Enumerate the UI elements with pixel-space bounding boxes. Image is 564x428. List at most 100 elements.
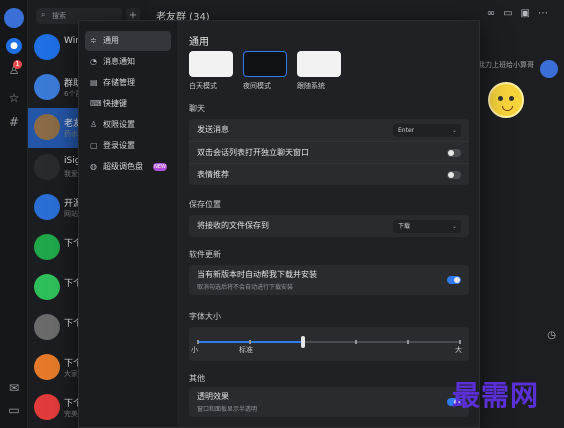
- settings-nav-label: 权限设置: [103, 120, 135, 129]
- mail-icon[interactable]: ✉: [6, 380, 22, 396]
- slider-tick: [459, 340, 461, 344]
- settings-nav-icon: ◔: [90, 57, 97, 66]
- chat-toolbar: ∞▭▣⋯: [487, 8, 556, 19]
- font-size-mid-label: 标准: [239, 346, 253, 354]
- theme-system-label: 跟随系统: [297, 82, 325, 90]
- settings-nav-label: 通用: [103, 36, 119, 45]
- chat-avatar: [34, 394, 60, 420]
- watermark-text: 最需网: [452, 379, 540, 412]
- theme-light-option[interactable]: [189, 51, 233, 77]
- emoji-recommend-toggle[interactable]: [447, 171, 461, 179]
- settings-nav-item[interactable]: ⌨ 快捷键: [85, 94, 171, 114]
- slider-tick: [197, 340, 199, 344]
- save-section-heading: 保存位置: [189, 200, 221, 209]
- transparency-label: 透明效果: [197, 392, 229, 401]
- chat-avatar: [34, 74, 60, 100]
- auto-update-sub: 取消勾选后将不会自动进行下载安装: [197, 284, 294, 291]
- font-size-labels: 小 标准 大: [189, 345, 469, 357]
- slider-tick: [355, 340, 357, 344]
- auto-update-toggle[interactable]: [447, 276, 461, 284]
- chat-preview: 大家: [64, 370, 78, 378]
- settings-content: 通用 白天模式 夜间模式 跟随系统 聊天 发送消息 Enter ⌄ 双击会话列表…: [177, 21, 479, 427]
- auto-update-label: 当有新版本时自动帮我下载并安装: [197, 270, 317, 279]
- settings-nav-label: 快捷键: [103, 99, 127, 108]
- chat-avatar: [34, 114, 60, 140]
- settings-nav-item[interactable]: ◍ 超级调色盘 NEW: [85, 157, 171, 177]
- dblclick-toggle[interactable]: [447, 149, 461, 157]
- chat-avatar: [34, 34, 60, 60]
- link-icon[interactable]: ∞: [487, 8, 503, 19]
- app-window: ● ♙ 1 ☆ # ✉ ▭ ⌕ 搜索 + Win 群助 6个群 老友 药水 iSig 我爱开…: [0, 0, 564, 428]
- save-settings-card: 将接收的文件保存到 下载 ⌄: [189, 215, 469, 237]
- dblclick-row: 双击会话列表打开独立聊天窗口: [189, 141, 469, 163]
- save-location-row: 将接收的文件保存到 下载 ⌄: [189, 215, 469, 237]
- send-key-select[interactable]: Enter ⌄: [393, 124, 461, 137]
- settings-nav-icon: ⌨: [90, 99, 102, 108]
- update-settings-card: 当有新版本时自动帮我下载并安装 取消勾选后将不会自动进行下载安装: [189, 265, 469, 295]
- hash-icon[interactable]: #: [6, 114, 22, 130]
- screen-icon[interactable]: ▭: [503, 8, 520, 19]
- folder-icon[interactable]: ▭: [6, 402, 22, 418]
- contacts-badge: 1: [13, 60, 22, 69]
- send-message-row: 发送消息 Enter ⌄: [189, 119, 469, 141]
- chat-preview: 完美: [64, 410, 78, 418]
- clock-icon[interactable]: ◷: [547, 330, 556, 341]
- share-icon[interactable]: ▣: [521, 8, 538, 19]
- settings-dialog: ≑ 通用 ◔ 消息通知 ▤ 存储管理 ⌨ 快捷键 ♙ 权限设置 ▢ 登录设置 ◍ 超级调色盘 NEW 通用 …: [78, 20, 480, 428]
- emoji-sticker: [488, 82, 524, 118]
- slider-tick: [407, 340, 409, 344]
- font-size-slider[interactable]: [197, 336, 461, 348]
- settings-nav-icon: ♙: [90, 120, 98, 129]
- sender-avatar: [540, 60, 558, 78]
- settings-nav: ≑ 通用 ◔ 消息通知 ▤ 存储管理 ⌨ 快捷键 ♙ 权限设置 ▢ 登录设置 ◍ 超级调色盘 NEW: [79, 21, 177, 427]
- left-rail: ● ♙ 1 ☆ # ✉ ▭: [0, 0, 28, 428]
- font-size-max-label: 大: [455, 346, 462, 354]
- settings-nav-icon: ≑: [90, 36, 97, 45]
- dblclick-label: 双击会话列表打开独立聊天窗口: [197, 148, 309, 157]
- chat-preview: 药水: [64, 130, 78, 138]
- settings-nav-item[interactable]: ♙ 权限设置: [85, 115, 171, 135]
- chat-preview: 网站: [64, 210, 78, 218]
- update-section-heading: 软件更新: [189, 250, 221, 259]
- settings-nav-label: 登录设置: [103, 141, 135, 150]
- auto-update-row: 当有新版本时自动帮我下载并安装 取消勾选后将不会自动进行下载安装: [189, 265, 469, 295]
- star-icon[interactable]: ☆: [6, 90, 22, 106]
- save-location-select[interactable]: 下载 ⌄: [393, 220, 461, 233]
- chat-avatar: [34, 314, 60, 340]
- user-avatar[interactable]: [4, 8, 24, 28]
- theme-system-option[interactable]: [297, 51, 341, 77]
- chat-avatar: [34, 354, 60, 380]
- settings-nav-icon: ▤: [90, 78, 98, 87]
- emoji-recommend-row: 表情推荐: [189, 163, 469, 185]
- transparency-sub: 窗口和面板显示半透明: [197, 406, 258, 413]
- settings-nav-icon: ◍: [90, 162, 97, 171]
- settings-nav-icon: ▢: [90, 141, 98, 150]
- slider-tick: [249, 340, 251, 344]
- settings-nav-label: 消息通知: [103, 57, 135, 66]
- save-location-label: 将接收的文件保存到: [197, 221, 269, 230]
- chat-settings-card: 发送消息 Enter ⌄ 双击会话列表打开独立聊天窗口 表情推荐: [189, 119, 469, 185]
- send-message-label: 发送消息: [197, 125, 229, 134]
- chat-section-heading: 聊天: [189, 104, 205, 113]
- theme-light-label: 白天模式: [189, 82, 217, 90]
- search-placeholder: 搜索: [52, 12, 66, 20]
- transparency-row: 透明效果 窗口和面板显示半透明: [189, 387, 469, 417]
- settings-nav-item[interactable]: ◔ 消息通知: [85, 52, 171, 72]
- chat-preview: 我爱: [64, 170, 78, 178]
- settings-nav-item[interactable]: ▢ 登录设置: [85, 136, 171, 156]
- save-location-value: 下载: [398, 223, 411, 230]
- settings-nav-item[interactable]: ▤ 存储管理: [85, 73, 171, 93]
- settings-nav-label: 存储管理: [103, 78, 135, 87]
- send-key-value: Enter: [398, 127, 415, 134]
- theme-dark-label: 夜间模式: [243, 82, 271, 90]
- emoji-recommend-label: 表情推荐: [197, 170, 229, 179]
- chevron-down-icon: ⌄: [451, 127, 457, 134]
- more-icon[interactable]: ⋯: [538, 8, 556, 19]
- chat-avatar: [34, 274, 60, 300]
- new-badge: NEW: [153, 163, 167, 171]
- chat-avatar: [34, 234, 60, 260]
- chat-icon[interactable]: ●: [6, 38, 22, 54]
- settings-nav-item[interactable]: ≑ 通用: [85, 31, 171, 51]
- theme-dark-option[interactable]: [243, 51, 287, 77]
- chat-avatar: [34, 154, 60, 180]
